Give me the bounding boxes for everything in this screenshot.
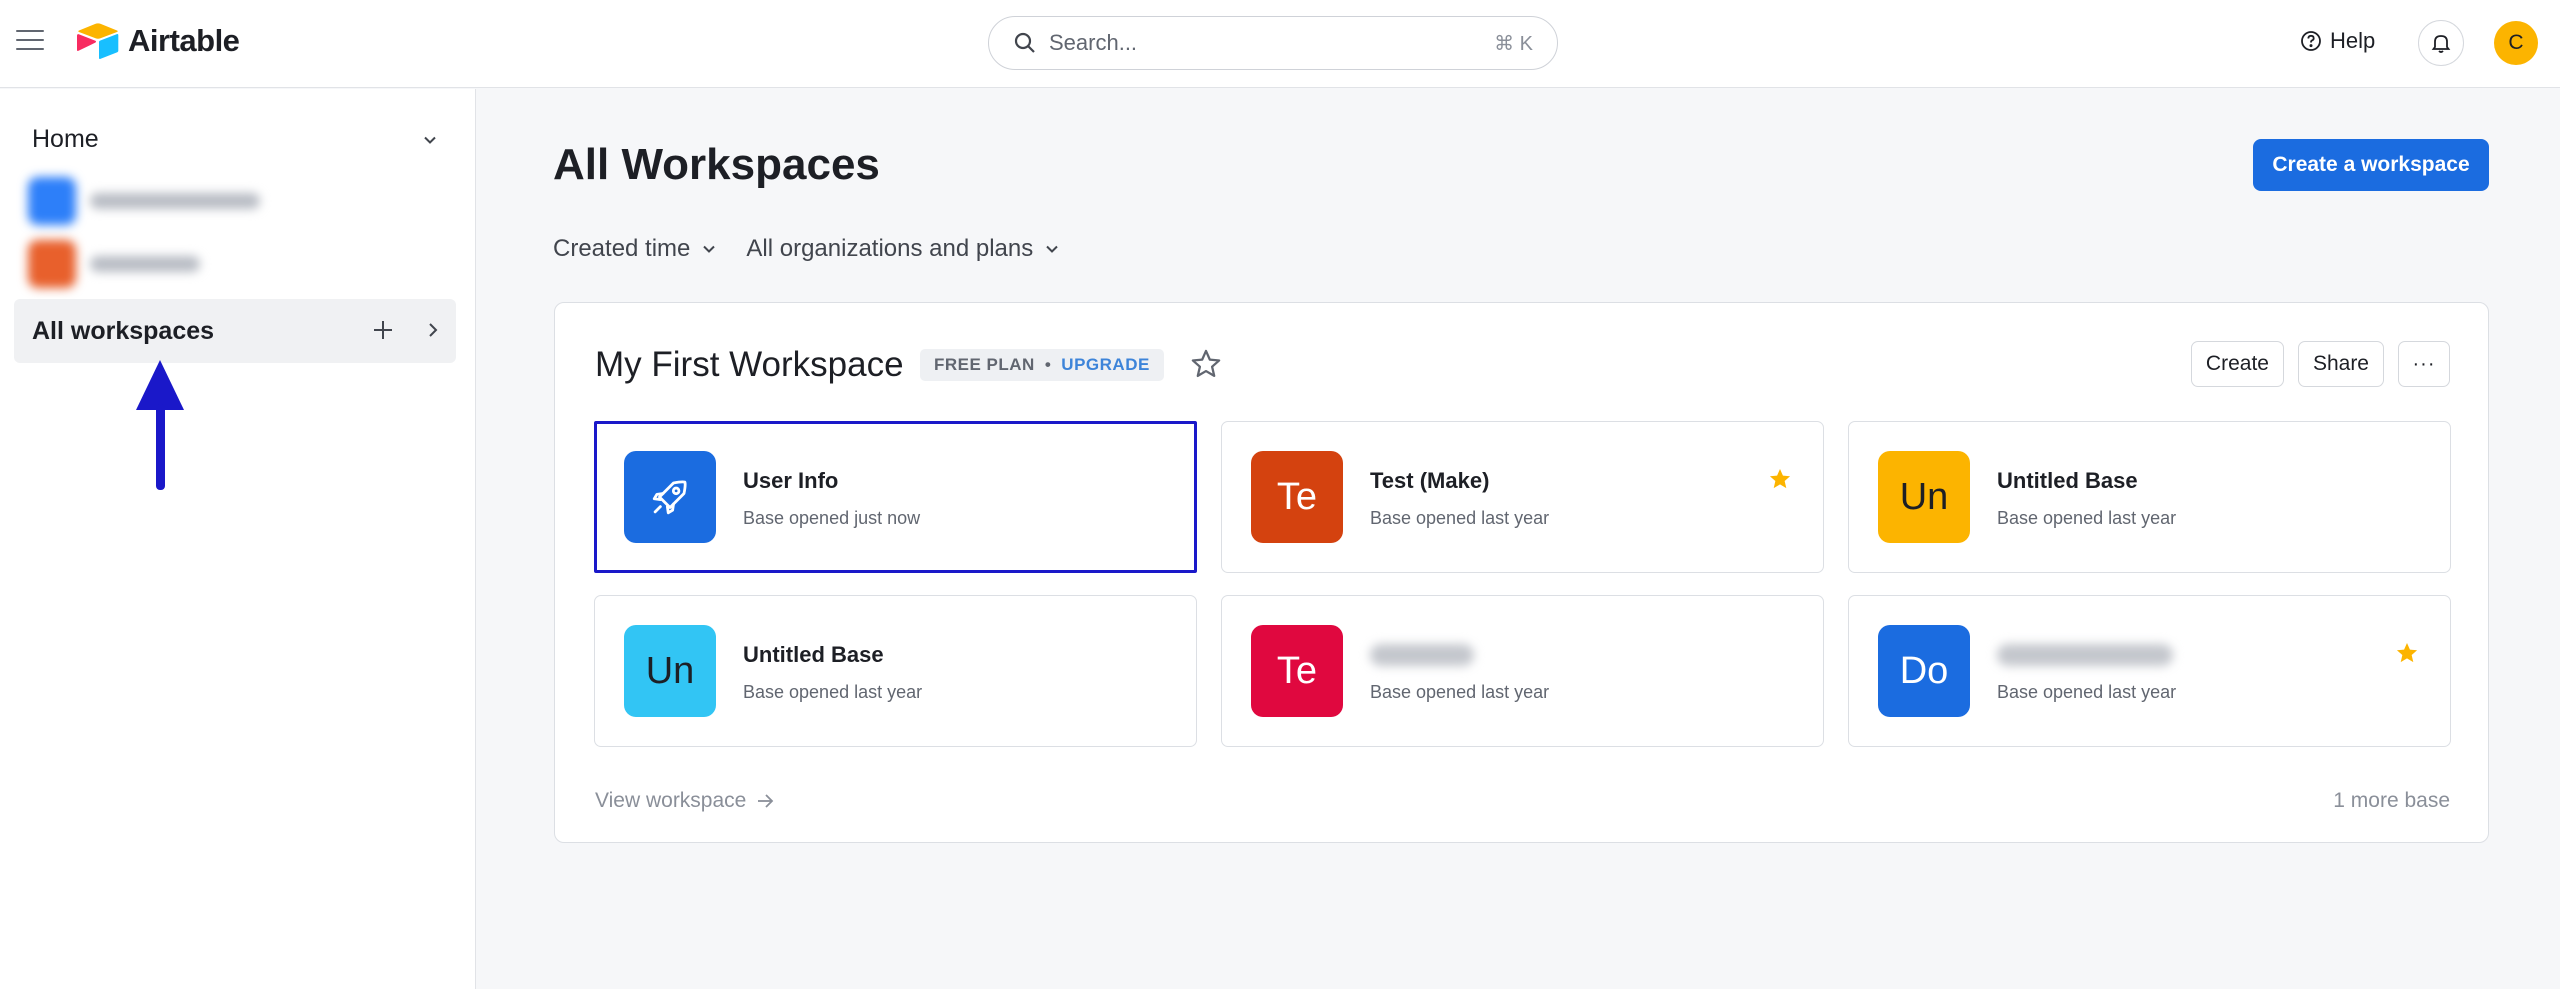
search-bar[interactable]: Search... ⌘ K <box>988 16 1558 70</box>
org-filter-dropdown[interactable]: All organizations and plans <box>746 235 1061 263</box>
chevron-down-icon <box>1046 245 1058 253</box>
menu-icon[interactable] <box>16 30 44 54</box>
chevron-right-icon[interactable] <box>422 319 444 341</box>
arrow-right-icon <box>758 794 774 808</box>
share-button[interactable]: Share <box>2297 341 2384 387</box>
bell-icon <box>2431 35 2451 53</box>
base-subtitle: Base opened last year <box>1370 682 1550 702</box>
base-subtitle: Base opened last year <box>743 682 923 702</box>
airtable-logo[interactable]: Airtable <box>76 22 240 60</box>
create-base-button[interactable]: Create <box>2190 341 2284 387</box>
base-card-test-make[interactable]: Te Test (Make) Base opened last year <box>1221 421 1824 573</box>
search-shortcut: ⌘ K <box>1494 32 1533 55</box>
base-card-redacted-2[interactable]: Do Base opened last year <box>1848 595 2451 747</box>
base-name: Untitled Base <box>1997 468 2138 493</box>
plan-separator: • <box>1044 355 1052 374</box>
notifications-button[interactable] <box>2418 20 2464 66</box>
base-card-redacted-1[interactable]: Te Base opened last year <box>1221 595 1824 747</box>
base-icon: Do <box>1878 625 1970 717</box>
all-workspaces-label: All workspaces <box>32 316 215 345</box>
org-filter-label: All organizations and plans <box>746 235 1034 262</box>
base-subtitle: Base opened last year <box>1370 508 1550 528</box>
more-bases-link[interactable]: 1 more base <box>2333 789 2450 813</box>
recent-item-icon <box>28 177 76 225</box>
base-icon: Un <box>1878 451 1970 543</box>
plan-badge: FREE PLAN • UPGRADE <box>920 349 1164 381</box>
workspace-actions: Create Share ··· <box>2190 341 2450 387</box>
base-name: Untitled Base <box>743 642 884 667</box>
more-options-button[interactable]: ··· <box>2398 341 2450 387</box>
upgrade-link[interactable]: UPGRADE <box>1061 355 1150 375</box>
chevron-down-icon <box>703 245 716 253</box>
help-button[interactable]: Help <box>2300 28 2375 54</box>
base-name: Test (Make) <box>1370 468 1490 493</box>
top-bar: Airtable Search... ⌘ K Help C <box>0 0 2560 88</box>
help-label: Help <box>2330 28 2376 53</box>
sort-dropdown-label: Created time <box>553 235 691 262</box>
help-icon <box>2301 31 2321 51</box>
view-workspace-link[interactable]: View workspace <box>595 789 776 813</box>
workspace-title[interactable]: My First Workspace <box>595 345 904 385</box>
base-icon: Te <box>1251 451 1343 543</box>
sidebar-recent-item[interactable] <box>28 177 260 225</box>
view-workspace-label: View workspace <box>595 789 747 812</box>
sidebar-home[interactable]: Home <box>32 125 440 154</box>
chevron-down-icon[interactable] <box>420 130 440 150</box>
workspace-card: My First Workspace FREE PLAN • UPGRADE C… <box>554 302 2489 843</box>
base-card-user-info[interactable]: User Info Base opened just now <box>594 421 1197 573</box>
recent-item-label <box>90 256 200 272</box>
sort-dropdown[interactable]: Created time <box>553 235 718 263</box>
recent-item-label <box>90 193 260 209</box>
sidebar-recent-item[interactable] <box>28 240 200 288</box>
rocket-icon <box>652 480 687 515</box>
base-card-untitled-1[interactable]: Un Untitled Base Base opened last year <box>1848 421 2451 573</box>
page-title: All Workspaces <box>553 140 880 189</box>
create-workspace-button[interactable]: Create a workspace <box>2253 139 2489 191</box>
base-subtitle: Base opened last year <box>1997 682 2177 702</box>
app-name: Airtable <box>128 23 240 58</box>
filter-bar: Created time All organizations and plans <box>553 235 1061 263</box>
base-subtitle: Base opened just now <box>743 508 921 528</box>
sidebar: Home All workspaces <box>0 89 476 989</box>
base-icon <box>624 451 716 543</box>
base-name-redacted <box>1997 644 2173 666</box>
up-arrow-annotation <box>136 360 184 490</box>
base-name: User Info <box>743 468 839 493</box>
star-filled-icon[interactable] <box>1767 466 1793 492</box>
search-icon <box>1014 32 1035 53</box>
base-icon: Te <box>1251 625 1343 717</box>
star-filled-icon[interactable] <box>2394 640 2420 666</box>
user-avatar[interactable]: C <box>2494 21 2538 65</box>
plan-label: FREE PLAN <box>934 355 1035 374</box>
base-name-redacted <box>1370 644 1474 666</box>
star-outline-icon[interactable] <box>1189 347 1223 381</box>
plus-icon[interactable] <box>370 317 396 343</box>
sidebar-home-label: Home <box>32 125 99 153</box>
airtable-logo-icon <box>77 23 119 60</box>
recent-item-icon <box>28 240 76 288</box>
base-icon: Un <box>624 625 716 717</box>
base-subtitle: Base opened last year <box>1997 508 2177 528</box>
search-placeholder: Search... <box>1049 30 1138 55</box>
sidebar-item-all-workspaces[interactable]: All workspaces <box>14 299 456 363</box>
base-card-untitled-2[interactable]: Un Untitled Base Base opened last year <box>594 595 1197 747</box>
